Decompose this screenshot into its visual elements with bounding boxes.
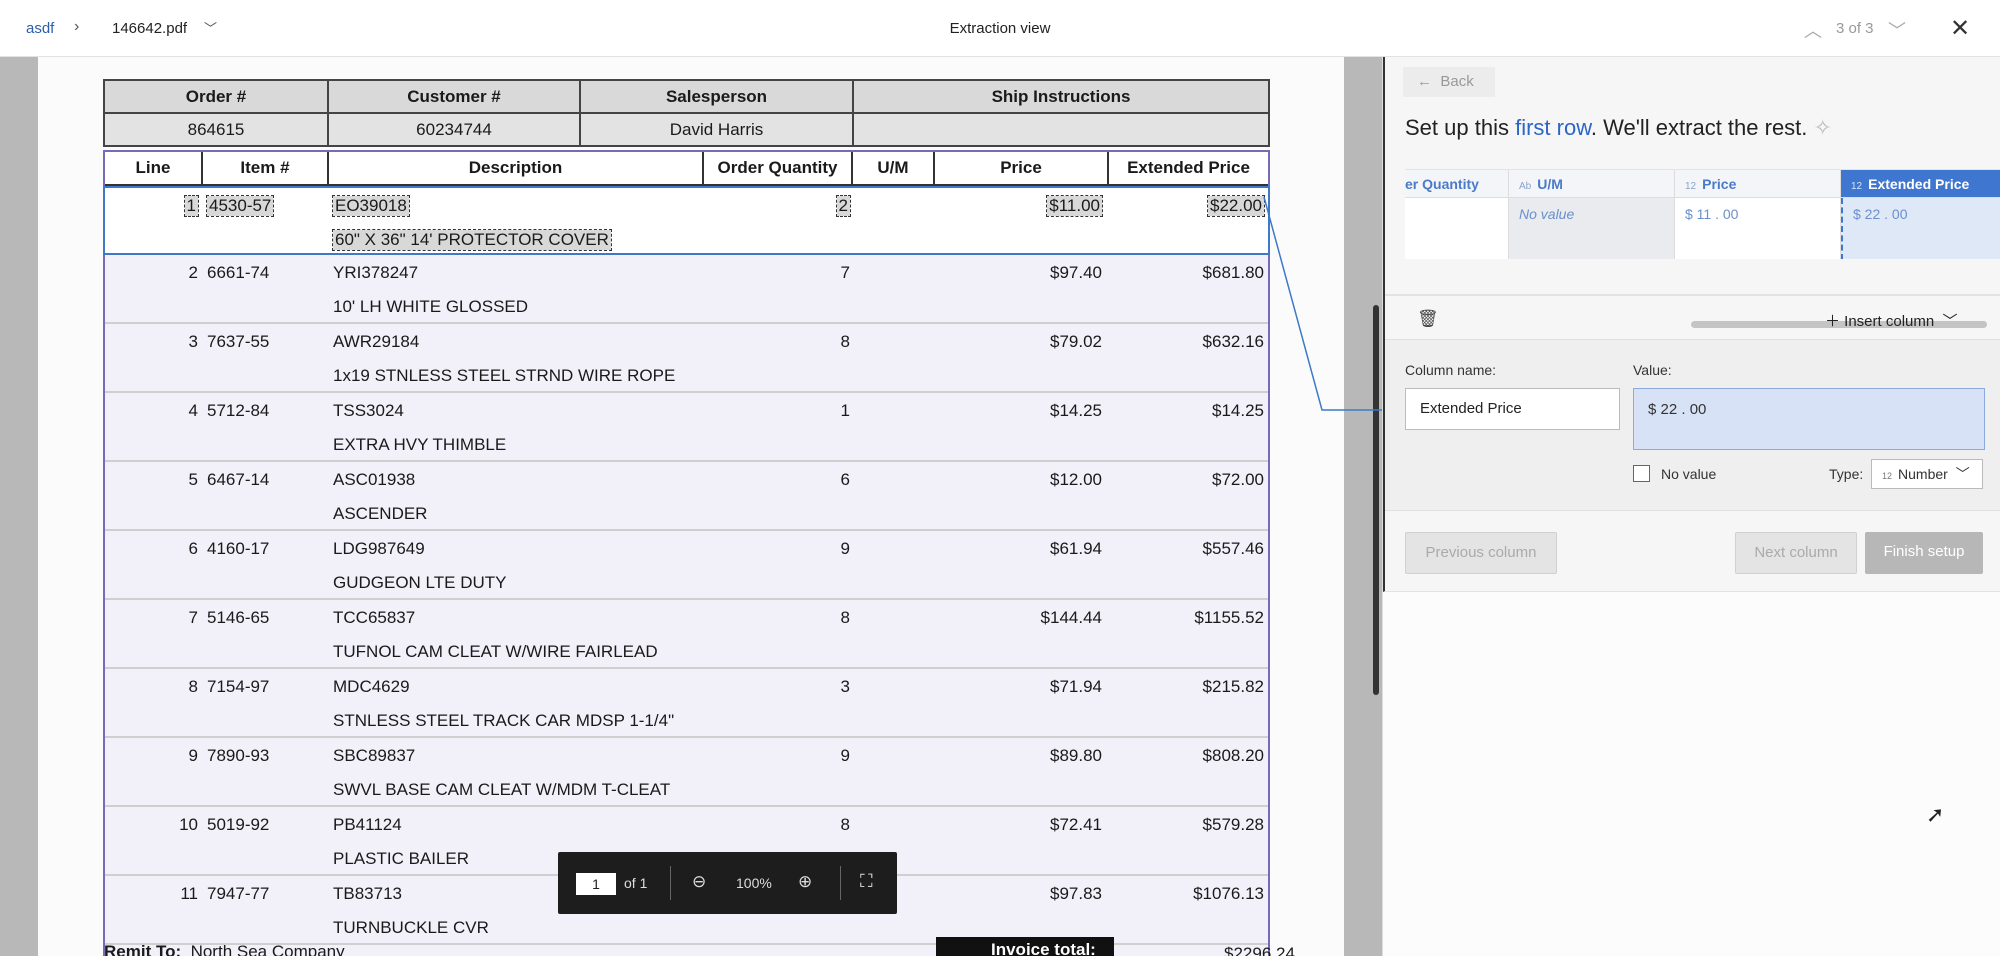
no-value-label: No value (1661, 466, 1717, 482)
value-label: Value: (1633, 362, 1672, 378)
text-type-icon: Ab (1519, 181, 1532, 192)
preview-cell (1405, 198, 1509, 259)
insert-column-button[interactable]: ＋ Insert column ﹀ (1825, 310, 1958, 331)
column-fields: Column name: Value: Extended Price $ 22 … (1385, 339, 2000, 511)
finish-setup-button[interactable]: Finish setup (1865, 532, 1983, 574)
number-type-icon: 12 (1882, 471, 1893, 481)
heading-highlight: first row (1515, 115, 1591, 140)
preview-cell: No value (1509, 198, 1675, 259)
next-column-button[interactable]: Next column (1735, 532, 1857, 574)
preview-column-header[interactable]: er Quantity (1405, 170, 1509, 198)
close-icon[interactable]: ✕ (1950, 14, 1970, 43)
column-name-input[interactable]: Extended Price (1405, 388, 1620, 430)
number-type-icon: 12 (1685, 181, 1697, 192)
back-label: Back (1440, 73, 1474, 90)
type-label: Type: (1829, 466, 1864, 482)
arrow-left-icon: ← (1417, 73, 1432, 90)
setup-panel: ← Back Set up this first row. We'll extr… (1382, 57, 2000, 956)
trash-icon[interactable]: 🗑 (1417, 309, 1439, 329)
preview-cell-active: $ 22 . 00 (1841, 198, 2000, 259)
setup-heading: Set up this first row. We'll extract the… (1405, 115, 1832, 141)
column-preview-table: er Quantity Ab U/M 12 Price 12 Extended Pri… (1405, 169, 2000, 259)
preview-cell: $ 11 . 00 (1675, 198, 1841, 259)
value-connector-line (1263, 196, 1382, 411)
heading-text: . We'll extract the rest. (1590, 115, 1808, 140)
back-button[interactable]: ← Back (1403, 67, 1495, 97)
preview-column-header[interactable]: Ab U/M (1509, 170, 1675, 198)
pager-count: 3 of 3 (1836, 20, 1874, 37)
no-value-checkbox[interactable] (1633, 465, 1650, 482)
previous-column-button[interactable]: Previous column (1405, 532, 1557, 574)
top-bar: asdf › 146642.pdf ﹀ Extraction view ︿ 3 … (0, 0, 2000, 57)
mouse-cursor-icon: ➚ (1926, 802, 1945, 827)
setup-card: ← Back Set up this first row. We'll extr… (1383, 57, 2000, 592)
divider (1385, 294, 2000, 296)
column-name-label: Column name: (1405, 362, 1497, 378)
number-type-icon: 12 (1851, 181, 1863, 192)
preview-column-header-active[interactable]: 12 Extended Price (1841, 170, 2000, 198)
heading-text: Set up this (1405, 115, 1516, 140)
type-select[interactable]: 12 Number ﹀ (1871, 459, 1983, 489)
chevron-down-icon[interactable]: ﹀ (1888, 17, 1906, 43)
sparkle-icon: ✧ (1813, 115, 1832, 140)
document-viewer[interactable]: Order # Customer # Salesperson Ship Inst… (0, 57, 1382, 956)
preview-column-header[interactable]: 12 Price (1675, 170, 1841, 198)
page-title: Extraction view (949, 20, 1051, 37)
chevron-up-icon[interactable]: ︿ (1804, 17, 1822, 43)
value-input[interactable]: $ 22 . 00 (1633, 388, 1985, 450)
